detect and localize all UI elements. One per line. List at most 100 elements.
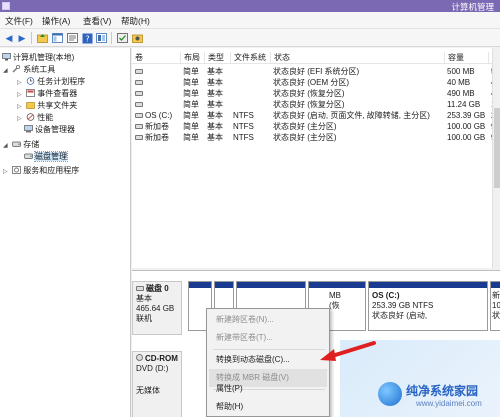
shared-folder-icon [26,101,36,109]
column-header-layout[interactable]: 布局 [180,52,204,64]
volume-cell [132,77,180,88]
filesystem-cell [230,77,270,88]
clock-icon [26,77,35,85]
tree-item-event-viewer[interactable]: ▷ 事件查看器 [17,88,77,99]
toolbar: ◀ ▶ ? [0,29,500,47]
tree-item-computer-management[interactable]: 计算机管理(本地) [2,52,74,63]
app-icon [2,2,10,10]
disk-0-size: 465.64 GB [136,304,175,313]
filesystem-cell: NTFS [233,111,254,120]
format-icon[interactable] [131,32,143,44]
column-header-filesystem[interactable]: 文件系统 [230,52,270,64]
check-disk-icon[interactable] [116,32,128,44]
tree-item-system-tools[interactable]: ◢ 系统工具 [3,64,55,75]
volume-icon [135,102,143,107]
partition-os-size: 253.39 GB NTFS [372,301,434,310]
scrollbar-thumb[interactable] [494,108,500,188]
partition-fragment-status: (恢 [329,301,340,310]
column-header-capacity[interactable]: 容量 [444,52,488,64]
menu-item-new-striped-volume[interactable]: 新建带区卷(T)... [209,329,327,347]
table-row[interactable]: 新加卷 简单 基本 NTFS 状态良好 (主分区) 100.00 GB 99 [132,132,500,143]
cdrom-label[interactable]: CD-ROM DVD (D:) 无媒体 [132,351,182,417]
cdrom-name: CD-ROM [145,354,178,363]
type-cell: 基本 [207,111,223,120]
status-cell: 状态良好 (恢复分区) [273,100,345,109]
table-row[interactable]: 简单 基本 状态良好 (恢复分区) 11.24 GB 11 [132,99,500,110]
column-header-type[interactable]: 类型 [204,52,230,64]
table-row[interactable]: 新加卷 简单 基本 NTFS 状态良好 (主分区) 100.00 GB 99 [132,121,500,132]
console-tree-icon[interactable] [51,32,63,44]
cdrom-state: 无媒体 [136,386,160,395]
status-cell: 状态良好 (主分区) [273,133,337,142]
device-manager-icon [24,125,33,133]
tree-item-disk-management[interactable]: 磁盘管理 [24,151,68,162]
table-row[interactable]: 简单 基本 状态良好 (EFI 系统分区) 500 MB 50 [132,66,500,77]
column-header-volume[interactable]: 卷 [132,52,180,64]
properties-icon[interactable] [66,32,78,44]
volume-cell: 新加卷 [132,132,180,143]
partition-new-volume[interactable]: 新 10 状 [490,281,500,331]
menu-help[interactable]: 帮助(H) [121,15,150,27]
toolbar-separator [31,32,32,44]
type-cell: 基本 [207,133,223,142]
menu-item-new-spanned-volume[interactable]: 新建跨区卷(N)... [209,311,327,329]
table-row[interactable]: 简单 基本 状态良好 (OEM 分区) 40 MB 40 [132,77,500,88]
menu-bar: 文件(F) 操作(A) 查看(V) 帮助(H) [0,12,500,29]
layout-cell: 简单 [183,122,199,131]
menu-view[interactable]: 查看(V) [83,15,111,27]
help-icon[interactable]: ? [81,32,93,44]
volume-icon [135,91,143,96]
tree-item-services-and-applications[interactable]: ▷ 服务和应用程序 [3,165,79,176]
menu-item-properties[interactable]: 属性(P) [209,380,327,398]
menu-file[interactable]: 文件(F) [5,15,33,27]
context-menu: 新建跨区卷(N)... 新建带区卷(T)... 转换到动态磁盘(C)... 转换… [206,308,330,417]
tree-item-shared-folders[interactable]: ▷ 共享文件夹 [17,100,77,111]
performance-icon [26,113,35,121]
volume-icon [135,135,143,140]
view-icon[interactable] [95,32,107,44]
watermark-url: www.yidaimei.com [416,399,482,408]
disk-0-label[interactable]: 磁盘 0 基本 465.64 GB 联机 [132,281,182,335]
up-folder-icon[interactable] [36,32,48,44]
tree-item-task-scheduler[interactable]: ▷ 任务计划程序 [17,76,85,87]
column-header-status[interactable]: 状态 [270,52,444,64]
expand-arrow-icon[interactable]: ▷ [3,167,10,178]
tree-item-performance[interactable]: ▷ 性能 [17,112,53,123]
filesystem-cell [230,66,270,77]
capacity-cell: 490 MB [447,89,475,98]
filesystem-cell [230,88,270,99]
partition-new-fragment-c: 状 [492,311,500,320]
table-row[interactable]: 简单 基本 状态良好 (恢复分区) 490 MB 49 [132,88,500,99]
storage-icon [12,140,22,148]
filesystem-cell [230,99,270,110]
services-icon [12,166,22,174]
menu-item-convert-to-dynamic[interactable]: 转换到动态磁盘(C)... [209,351,327,369]
volume-list-header: 卷 布局 类型 文件系统 状态 容量 可 [132,52,500,64]
tree-item-device-manager[interactable]: 设备管理器 [24,124,75,135]
layout-cell: 简单 [183,111,199,120]
menu-item-help[interactable]: 帮助(H) [209,398,327,416]
type-cell: 基本 [207,122,223,131]
partition-new-fragment-b: 10 [492,301,500,310]
back-icon[interactable]: ◀ [3,32,15,44]
watermark-logo-icon [378,382,402,406]
capacity-cell: 100.00 GB [447,122,486,131]
tree-item-storage[interactable]: ◢ 存储 [3,139,39,150]
collapse-arrow-icon[interactable]: ◢ [3,66,10,77]
status-cell: 状态良好 (主分区) [273,122,337,131]
filesystem-cell: NTFS [233,133,254,142]
layout-cell: 简单 [183,133,199,142]
menu-action[interactable]: 操作(A) [42,15,70,27]
expand-arrow-icon[interactable]: ▷ [17,114,24,125]
collapse-arrow-icon[interactable]: ◢ [3,141,10,152]
svg-text:?: ? [85,34,89,43]
volume-cell: OS (C:) [132,110,180,121]
volume-list-scrollbar[interactable] [492,48,500,268]
partition-os-c[interactable]: OS (C:) 253.39 GB NTFS 状态良好 (启动, [368,281,488,331]
partition-fragment-size: MB [329,291,341,300]
table-row[interactable]: OS (C:) 简单 基本 NTFS 状态良好 (启动, 页面文件, 故障转储,… [132,110,500,121]
capacity-cell: 11.24 GB [447,100,481,109]
forward-icon[interactable]: ▶ [16,32,28,44]
type-cell: 基本 [207,78,223,87]
watermark: 纯净系统家园 www.yidaimei.com [378,378,500,417]
